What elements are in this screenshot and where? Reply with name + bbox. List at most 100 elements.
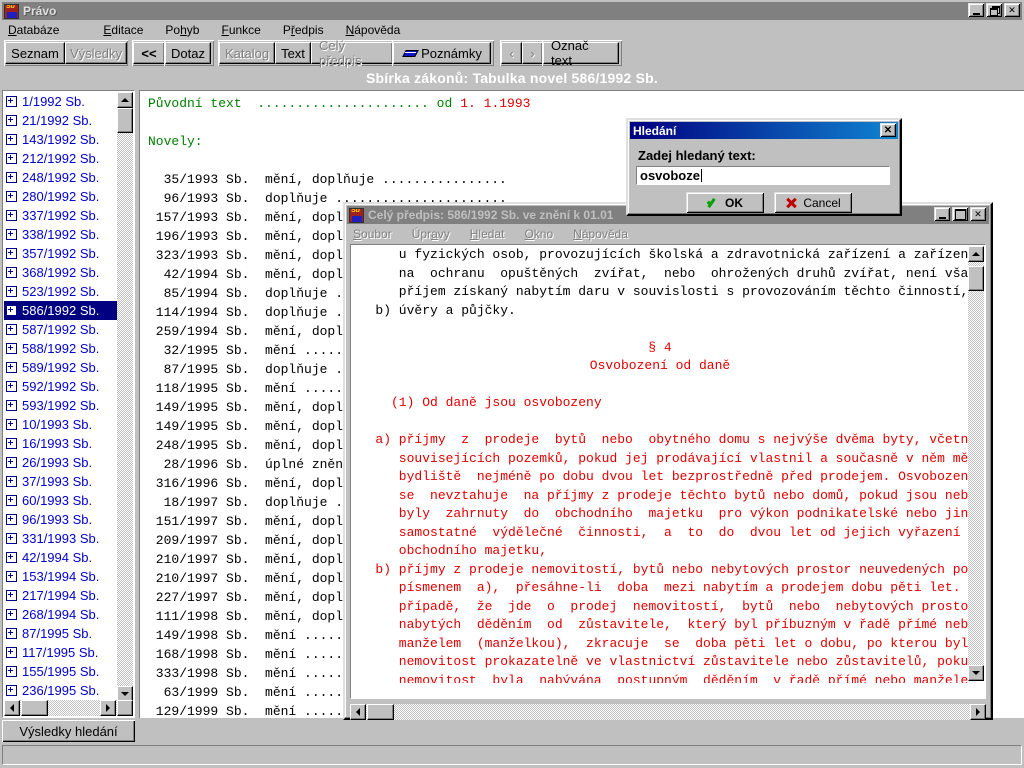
katalog-button[interactable]: Katalog xyxy=(219,42,275,64)
list-item[interactable]: 1/1992 Sb. xyxy=(4,92,117,111)
law-list[interactable]: 1/1992 Sb. 21/1992 Sb. 143/1992 Sb. 212/199… xyxy=(4,92,117,702)
expand-plus-icon[interactable] xyxy=(6,172,17,183)
list-item[interactable]: 593/1992 Sb. xyxy=(4,396,117,415)
expand-plus-icon[interactable] xyxy=(6,533,17,544)
expand-plus-icon[interactable] xyxy=(6,438,17,449)
close-button[interactable]: ✕ xyxy=(1004,3,1020,17)
list-item[interactable]: 42/1994 Sb. xyxy=(4,548,117,567)
next-button[interactable]: › xyxy=(522,42,543,64)
list-item[interactable]: 586/1992 Sb. xyxy=(4,301,117,320)
child-menu-okno[interactable]: Okno xyxy=(524,227,553,241)
expand-plus-icon[interactable] xyxy=(6,115,17,126)
list-hscrollbar[interactable] xyxy=(4,700,133,716)
expand-plus-icon[interactable] xyxy=(6,571,17,582)
expand-plus-icon[interactable] xyxy=(6,514,17,525)
expand-plus-icon[interactable] xyxy=(6,609,17,620)
dotaz-button[interactable]: Dotaz xyxy=(165,42,211,64)
search-input[interactable]: osvoboze xyxy=(636,166,890,185)
poznamky-button[interactable]: Poznámky xyxy=(393,42,491,64)
doc-scroll-thumb[interactable] xyxy=(968,266,984,291)
doc-scroll-down-button[interactable] xyxy=(968,665,984,681)
list-item[interactable]: 155/1995 Sb. xyxy=(4,662,117,681)
list-item[interactable]: 280/1992 Sb. xyxy=(4,187,117,206)
expand-plus-icon[interactable] xyxy=(6,191,17,202)
expand-plus-icon[interactable] xyxy=(6,134,17,145)
list-item[interactable]: 37/1993 Sb. xyxy=(4,472,117,491)
expand-plus-icon[interactable] xyxy=(6,324,17,335)
list-item[interactable]: 248/1992 Sb. xyxy=(4,168,117,187)
menu-pohyb[interactable]: Pohyb xyxy=(165,23,199,37)
list-hscroll-thumb[interactable] xyxy=(21,700,48,716)
back-button[interactable]: << xyxy=(133,42,165,64)
list-item[interactable]: 589/1992 Sb. xyxy=(4,358,117,377)
list-item[interactable]: 21/1992 Sb. xyxy=(4,111,117,130)
child-menu-soubor[interactable]: Soubor xyxy=(353,227,392,241)
menu-napoveda[interactable]: Nápověda xyxy=(346,23,401,37)
list-item[interactable]: 368/1992 Sb. xyxy=(4,263,117,282)
list-scroll-right-button[interactable] xyxy=(100,700,116,716)
list-item[interactable]: 338/1992 Sb. xyxy=(4,225,117,244)
list-item[interactable]: 26/1993 Sb. xyxy=(4,453,117,472)
list-item[interactable]: 523/1992 Sb. xyxy=(4,282,117,301)
doc-scroll-up-button[interactable] xyxy=(968,246,984,262)
list-item[interactable]: 143/1992 Sb. xyxy=(4,130,117,149)
seznam-button[interactable]: Seznam xyxy=(5,42,65,64)
expand-plus-icon[interactable] xyxy=(6,495,17,506)
expand-plus-icon[interactable] xyxy=(6,153,17,164)
list-item[interactable]: 117/1995 Sb. xyxy=(4,643,117,662)
expand-plus-icon[interactable] xyxy=(6,457,17,468)
restore-button[interactable] xyxy=(986,3,1002,17)
search-cancel-button[interactable]: Cancel xyxy=(774,192,852,213)
expand-plus-icon[interactable] xyxy=(6,685,17,696)
list-item[interactable]: 212/1992 Sb. xyxy=(4,149,117,168)
expand-plus-icon[interactable] xyxy=(6,362,17,373)
list-item[interactable]: 87/1995 Sb. xyxy=(4,624,117,643)
expand-plus-icon[interactable] xyxy=(6,628,17,639)
list-item[interactable]: 588/1992 Sb. xyxy=(4,339,117,358)
list-item[interactable]: 337/1992 Sb. xyxy=(4,206,117,225)
doc-scroll-left-button[interactable] xyxy=(350,704,366,720)
minimize-button[interactable] xyxy=(968,3,984,17)
expand-plus-icon[interactable] xyxy=(6,647,17,658)
expand-plus-icon[interactable] xyxy=(6,229,17,240)
doc-hscrollbar[interactable] xyxy=(350,704,986,720)
child-menu-napoveda[interactable]: Nápověda xyxy=(573,227,628,241)
expand-plus-icon[interactable] xyxy=(6,305,17,316)
list-item[interactable]: 217/1994 Sb. xyxy=(4,586,117,605)
expand-plus-icon[interactable] xyxy=(6,210,17,221)
cely-predpis-button[interactable]: Celý předpis xyxy=(311,38,393,68)
child-close-button[interactable]: ✕ xyxy=(970,207,986,221)
doc-vscrollbar[interactable] xyxy=(968,246,984,681)
menu-databaze[interactable]: Databáze xyxy=(8,23,81,37)
expand-plus-icon[interactable] xyxy=(6,343,17,354)
list-item[interactable]: 357/1992 Sb. xyxy=(4,244,117,263)
expand-plus-icon[interactable] xyxy=(6,590,17,601)
expand-plus-icon[interactable] xyxy=(6,476,17,487)
text-button[interactable]: Text xyxy=(275,42,311,64)
results-tab[interactable]: Výsledky hledání xyxy=(2,720,135,742)
expand-plus-icon[interactable] xyxy=(6,666,17,677)
doc-scroll-right-button[interactable] xyxy=(970,704,986,720)
list-item[interactable]: 10/1993 Sb. xyxy=(4,415,117,434)
menu-predpis[interactable]: Předpis xyxy=(283,23,324,37)
expand-plus-icon[interactable] xyxy=(6,552,17,563)
list-item[interactable]: 96/1993 Sb. xyxy=(4,510,117,529)
list-scroll-thumb[interactable] xyxy=(117,108,133,133)
list-scroll-up-button[interactable] xyxy=(117,92,133,108)
list-scroll-left-button[interactable] xyxy=(4,700,20,716)
search-dialog-close-button[interactable]: ✕ xyxy=(880,123,896,137)
list-vscrollbar[interactable] xyxy=(117,92,133,702)
list-item[interactable]: 268/1994 Sb. xyxy=(4,605,117,624)
list-item[interactable]: 153/1994 Sb. xyxy=(4,567,117,586)
vysledky-button[interactable]: Výsledky xyxy=(65,42,127,64)
doc-hscroll-thumb[interactable] xyxy=(367,704,394,720)
list-item[interactable]: 60/1993 Sb. xyxy=(4,491,117,510)
list-item[interactable]: 587/1992 Sb. xyxy=(4,320,117,339)
expand-plus-icon[interactable] xyxy=(6,248,17,259)
child-menu-hledat[interactable]: Hledat xyxy=(470,227,505,241)
menu-funkce[interactable]: Funkce xyxy=(221,23,260,37)
oznac-text-button[interactable]: Označ text xyxy=(543,38,619,68)
expand-plus-icon[interactable] xyxy=(6,96,17,107)
expand-plus-icon[interactable] xyxy=(6,381,17,392)
list-item[interactable]: 16/1993 Sb. xyxy=(4,434,117,453)
